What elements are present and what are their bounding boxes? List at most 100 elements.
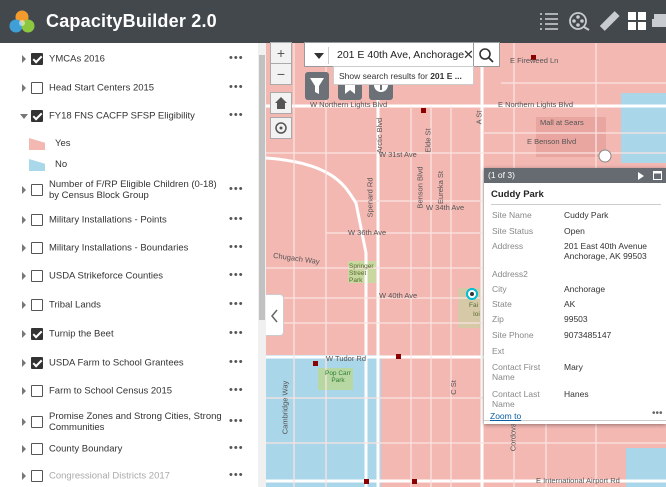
layer-options-button[interactable]: ••• bbox=[229, 52, 244, 63]
suggestion-prefix: Show search results for bbox=[339, 71, 431, 81]
layer-options-button[interactable]: ••• bbox=[229, 184, 244, 195]
ruler-icon[interactable] bbox=[597, 9, 621, 33]
layer-item[interactable]: Promise Zones and Strong Cities, Strong … bbox=[0, 408, 256, 436]
suggestion-query: 201 E ... bbox=[430, 71, 462, 81]
map-label: E Fireweed Ln bbox=[510, 56, 559, 65]
layer-options-button[interactable]: ••• bbox=[229, 384, 244, 395]
layer-visibility-checkbox[interactable] bbox=[31, 356, 43, 369]
layer-options-button[interactable]: ••• bbox=[229, 298, 244, 309]
layer-options-button[interactable]: ••• bbox=[229, 81, 244, 92]
chevron-right-icon[interactable] bbox=[22, 54, 26, 63]
layer-item[interactable]: FY18 FNS CACFP SFSP Eligibility ••• bbox=[0, 104, 256, 127]
layer-item[interactable]: USDA Strikeforce Counties ••• bbox=[0, 264, 256, 287]
layer-item[interactable]: Number of F/RP Eligible Children (0-18) … bbox=[0, 176, 256, 204]
layer-options-button[interactable]: ••• bbox=[229, 356, 244, 367]
zoom-out-button[interactable]: − bbox=[270, 63, 292, 85]
layer-visibility-checkbox[interactable] bbox=[31, 184, 43, 196]
chevron-right-icon[interactable] bbox=[22, 300, 26, 309]
layer-visibility-checkbox[interactable] bbox=[31, 269, 43, 282]
layer-item[interactable]: Head Start Centers 2015 ••• bbox=[0, 76, 256, 99]
layer-item[interactable]: USDA Farm to School Grantees ••• bbox=[0, 351, 256, 374]
layer-label: USDA Strikeforce Counties bbox=[49, 270, 164, 281]
layer-item[interactable]: YMCAs 2016 ••• bbox=[0, 47, 256, 70]
film-reel-icon[interactable] bbox=[567, 9, 591, 33]
chevron-right-icon[interactable] bbox=[22, 243, 26, 252]
filter-icon bbox=[310, 78, 324, 94]
layer-visibility-checkbox[interactable] bbox=[31, 298, 43, 311]
layer-visibility-checkbox[interactable] bbox=[31, 213, 43, 226]
list-icon[interactable] bbox=[537, 9, 561, 33]
chevron-down-icon[interactable] bbox=[20, 113, 28, 119]
map-label: Eureka St bbox=[435, 171, 445, 204]
chevron-right-icon[interactable] bbox=[22, 329, 26, 338]
feature-popup: (1 of 3) Cuddy Park Site Name Cuddy Park S… bbox=[484, 168, 666, 424]
chevron-right-icon[interactable] bbox=[22, 358, 26, 367]
layer-options-button[interactable]: ••• bbox=[229, 442, 244, 453]
chevron-right-icon[interactable] bbox=[22, 215, 26, 224]
search-button[interactable] bbox=[474, 42, 500, 67]
layer-label: USDA Farm to School Grantees bbox=[49, 357, 184, 368]
legend-label: Yes bbox=[55, 138, 71, 149]
chevron-right-icon[interactable] bbox=[22, 386, 26, 395]
layer-options-button[interactable]: ••• bbox=[229, 109, 244, 120]
layer-visibility-checkbox[interactable] bbox=[31, 109, 43, 122]
layer-list-panel: YMCAs 2016 ••• Head Start Centers 2015 ••• F… bbox=[0, 43, 266, 487]
field-name: Contact Last Name bbox=[492, 389, 540, 409]
layer-visibility-checkbox[interactable] bbox=[31, 52, 43, 65]
layer-visibility-checkbox[interactable] bbox=[31, 384, 43, 397]
layer-options-button[interactable]: ••• bbox=[229, 327, 244, 338]
chevron-right-icon[interactable] bbox=[22, 186, 26, 194]
sidebar-scroll-thumb[interactable] bbox=[259, 55, 265, 320]
layer-options-button[interactable]: ••• bbox=[229, 469, 244, 480]
layer-visibility-checkbox[interactable] bbox=[31, 241, 43, 254]
layer-item[interactable]: Farm to School Census 2015 ••• bbox=[0, 379, 256, 402]
layer-item[interactable]: Tribal Lands ••• bbox=[0, 293, 256, 316]
legend-swatch bbox=[29, 159, 45, 171]
map-label: Mall at Sears bbox=[540, 118, 584, 127]
layer-label: Military Installations - Boundaries bbox=[49, 242, 189, 253]
field-name: Site Name bbox=[492, 210, 532, 220]
layer-label: Tribal Lands bbox=[49, 299, 101, 310]
search-suggestion[interactable]: Show search results for 201 E ... bbox=[333, 66, 474, 85]
layer-item[interactable]: Congressional Districts 2017 ••• bbox=[0, 464, 256, 487]
layer-item[interactable]: Turnip the Beet ••• bbox=[0, 322, 256, 345]
chevron-right-icon[interactable] bbox=[22, 418, 26, 426]
layer-item[interactable]: Military Installations - Points ••• bbox=[0, 208, 256, 231]
layer-label: YMCAs 2016 bbox=[49, 53, 105, 64]
field-value: Cuddy Park bbox=[564, 210, 609, 220]
maximize-icon[interactable] bbox=[653, 171, 662, 180]
chevron-right-icon[interactable] bbox=[22, 271, 26, 280]
layer-visibility-checkbox[interactable] bbox=[31, 416, 43, 428]
layer-options-button[interactable]: ••• bbox=[229, 241, 244, 252]
field-name: Address bbox=[492, 241, 524, 251]
layer-label: Congressional Districts 2017 bbox=[49, 470, 170, 481]
search-icon bbox=[479, 48, 494, 63]
field-value: 99503 bbox=[564, 314, 588, 324]
zoom-in-button[interactable]: + bbox=[270, 42, 292, 64]
layer-options-button[interactable]: ••• bbox=[229, 213, 244, 224]
chevron-right-icon[interactable] bbox=[22, 471, 26, 480]
chevron-right-icon[interactable] bbox=[22, 83, 26, 92]
locate-button[interactable] bbox=[270, 117, 292, 139]
layer-visibility-checkbox[interactable] bbox=[31, 442, 43, 455]
popup-more-button[interactable]: ••• bbox=[652, 408, 663, 419]
search-source-dropdown[interactable] bbox=[309, 47, 329, 64]
layer-options-button[interactable]: ••• bbox=[229, 416, 244, 427]
layer-options-button[interactable]: ••• bbox=[229, 269, 244, 280]
layer-item[interactable]: County Boundary ••• bbox=[0, 437, 256, 460]
zoom-to-link[interactable]: Zoom to bbox=[490, 411, 521, 421]
collapse-panel-button[interactable] bbox=[266, 294, 284, 336]
layer-visibility-checkbox[interactable] bbox=[31, 469, 43, 482]
layer-label: Farm to School Census 2015 bbox=[49, 385, 173, 396]
grid-icon[interactable] bbox=[625, 9, 649, 33]
next-feature-icon[interactable] bbox=[638, 172, 644, 180]
printer-icon[interactable] bbox=[651, 9, 666, 33]
home-button[interactable] bbox=[270, 92, 292, 114]
search-input[interactable]: 201 E 40th Ave, Anchorage bbox=[337, 49, 464, 61]
clear-search-button[interactable]: ✕ bbox=[463, 47, 474, 63]
chevron-right-icon[interactable] bbox=[22, 444, 26, 453]
layer-visibility-checkbox[interactable] bbox=[31, 81, 43, 94]
layer-item[interactable]: Military Installations - Boundaries ••• bbox=[0, 236, 256, 259]
layer-visibility-checkbox[interactable] bbox=[31, 327, 43, 340]
filter-button[interactable] bbox=[305, 72, 329, 100]
